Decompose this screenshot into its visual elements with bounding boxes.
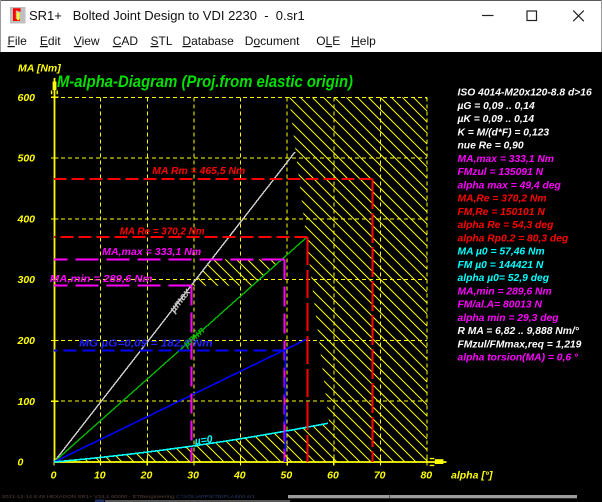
svg-text:File: File [8,34,28,48]
svg-text:0: 0 [18,457,24,469]
svg-text:µG = 0,09 .. 0,14: µG = 0,09 .. 0,14 [457,101,535,112]
svg-text:Edit: Edit [40,34,61,48]
svg-text:MA,min = 289,6 Nm: MA,min = 289,6 Nm [50,273,153,285]
svg-text:alpha Re = 54,3 deg: alpha Re = 54,3 deg [458,220,555,231]
svg-text:FM µ0 = 144421 N: FM µ0 = 144421 N [458,260,544,271]
svg-text:MA,max = 333,1 Nm: MA,max = 333,1 Nm [102,246,201,258]
svg-text:MA µ0 = 57,46 Nm: MA µ0 = 57,46 Nm [458,247,545,258]
svg-text:600: 600 [18,92,36,104]
svg-text:20: 20 [140,470,153,482]
svg-text:alpha max = 49,4 deg: alpha max = 49,4 deg [458,180,562,191]
svg-text:K = M/(d*F) = 0,123: K = M/(d*F) = 0,123 [458,127,550,138]
svg-text:MA,max = 333,1 Nm: MA,max = 333,1 Nm [458,154,554,165]
svg-text:alpha torsion(MA) = 0,6 °: alpha torsion(MA) = 0,6 ° [458,353,579,364]
svg-text:OLE: OLE [316,34,340,48]
svg-text:500: 500 [18,153,36,165]
svg-text:MA Rm = 465,5 Nm: MA Rm = 465,5 Nm [152,165,245,177]
svg-text:MA,min = 289,6 Nm: MA,min = 289,6 Nm [458,286,552,297]
svg-text:100: 100 [18,396,36,408]
svg-text:MA Re = 370,2 Nm: MA Re = 370,2 Nm [120,226,205,238]
svg-text:300: 300 [18,274,36,286]
svg-text:40: 40 [233,470,246,482]
svg-text:FM,Re = 150101 N: FM,Re = 150101 N [458,207,546,218]
svg-text:200: 200 [17,335,36,347]
svg-text:50: 50 [281,470,293,482]
svg-text:MA [Nm]: MA [Nm] [18,63,61,75]
svg-text:alpha µ0= 52,9 deg: alpha µ0= 52,9 deg [458,273,550,284]
svg-text:R MA = 6,82 .. 9,888 Nm/°: R MA = 6,82 .. 9,888 Nm/° [458,326,580,337]
svg-text:ISO 4014-M20x120-8.8 d>16: ISO 4014-M20x120-8.8 d>16 [458,88,593,99]
svg-text:CAD: CAD [113,34,139,48]
svg-text:FM/al.A= 80013 N: FM/al.A= 80013 N [458,300,543,311]
svg-text:µK = 0,09 .. 0,14: µK = 0,09 .. 0,14 [457,114,535,125]
svg-text:70: 70 [374,470,386,482]
svg-text:FMzul/FMmax,req = 1,219: FMzul/FMmax,req = 1,219 [458,339,582,350]
svg-text:SR1+ Bolted Joint Design to: SR1+ Bolted Joint Design to VDI 2230 - 0… [29,8,305,23]
svg-text:FMzul = 135091 N: FMzul = 135091 N [458,167,544,178]
svg-text:0: 0 [51,470,57,482]
svg-text:alpha [°]: alpha [°] [451,470,493,482]
svg-text:2021-12-14 6:49 HEXAGON SR1+: 2021-12-14 6:49 HEXAGON SR1+ V24.1 60000… [2,494,256,499]
svg-text:60: 60 [327,470,339,482]
svg-text:Database: Database [182,34,234,48]
svg-text:400: 400 [17,214,36,226]
svg-text:M-alpha-Diagram (Proj.from ela: M-alpha-Diagram (Proj.from elastic origi… [57,73,353,91]
svg-text:MA,Re = 370,2 Nm: MA,Re = 370,2 Nm [458,194,547,205]
svg-text:View: View [74,34,100,48]
svg-text:nue Re = 0,90: nue Re = 0,90 [458,141,524,152]
svg-text:80: 80 [420,470,432,482]
svg-text:alpha min = 29,3 deg: alpha min = 29,3 deg [458,313,560,324]
svg-text:30: 30 [187,470,199,482]
svg-text:10: 10 [94,470,106,482]
svg-text:Help: Help [351,34,376,48]
svg-text:alpha Rp0.2 = 80,3 deg: alpha Rp0.2 = 80,3 deg [458,233,569,244]
svg-text:Document: Document [245,34,300,48]
svg-text:STL: STL [151,34,173,48]
